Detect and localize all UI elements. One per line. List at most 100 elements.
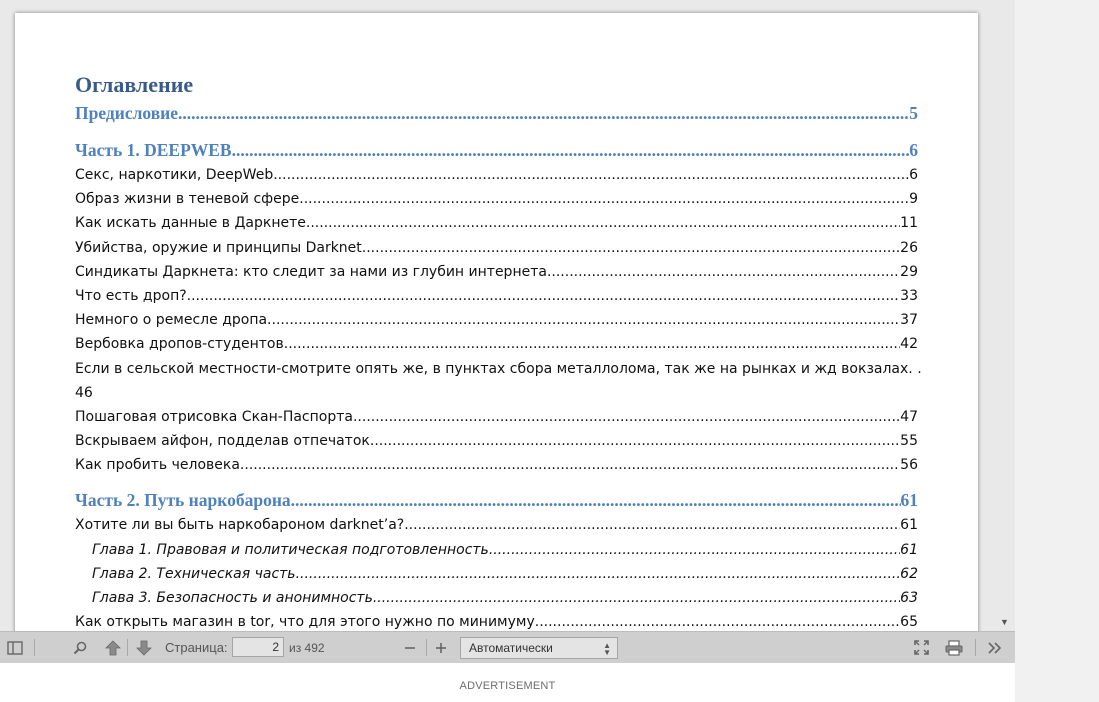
toc-entry-text: Синдикаты Даркнета: кто следит за нами и… bbox=[75, 263, 547, 280]
toc-leader bbox=[232, 137, 910, 163]
toc-entry-page: 65 bbox=[900, 614, 918, 631]
toc-entry-text: Глава 2. Техническая часть bbox=[92, 565, 296, 582]
toc-entry[interactable]: Если в сельской местности-смотрите опять… bbox=[75, 357, 922, 405]
print-icon[interactable] bbox=[943, 632, 965, 663]
toc-entry[interactable]: Глава 2. Техническая часть 62 bbox=[75, 562, 918, 586]
toc-leader bbox=[178, 100, 909, 126]
arrow-up-icon[interactable] bbox=[103, 632, 123, 663]
toc-leader bbox=[362, 236, 900, 260]
toc-leader bbox=[291, 487, 901, 513]
toc-entry-text: Пошаговая отрисовка Скан-Паспорта. bbox=[75, 408, 358, 425]
toc-entry[interactable]: Секс, наркотики, DeepWeb 6 bbox=[75, 163, 918, 187]
toc-entry-text: Глава 3. Безопасность и анонимность. bbox=[92, 590, 378, 607]
toc-leader bbox=[357, 405, 900, 429]
toolbar-divider bbox=[127, 639, 128, 656]
pdf-toolbar: Страница: из 492 Автоматически ▲▼ bbox=[0, 631, 1015, 663]
toc-entry-text: Как искать данные в Даркнете bbox=[75, 215, 306, 232]
toc-entry-text: Часть 2. Путь наркобарона bbox=[75, 490, 291, 511]
toc-leader bbox=[404, 513, 900, 537]
toolbar-divider bbox=[975, 639, 976, 656]
toc-entry[interactable]: Часть 1. DEEPWEB 6 bbox=[75, 137, 918, 163]
toc-leader bbox=[535, 610, 900, 631]
toc-entry[interactable]: Как пробить человека 56 bbox=[75, 453, 918, 477]
toc-leader bbox=[304, 187, 909, 211]
toc-entry[interactable]: Немного о ремесле дропа. 37 bbox=[75, 308, 918, 332]
toc-entry-text: Хотите ли вы быть наркобароном darknet’a… bbox=[75, 517, 405, 534]
toc-entry-text: Как пробить человека bbox=[75, 457, 240, 474]
toc-entry[interactable]: Вербовка дропов-студентов 42 bbox=[75, 332, 918, 356]
toc-entry-text: Предисловие bbox=[75, 103, 179, 123]
toc-title: Оглавление bbox=[75, 72, 194, 97]
toc-entry-text: Секс, наркотики, DeepWeb bbox=[75, 167, 274, 183]
toc-entry-page: 37 bbox=[900, 312, 918, 329]
minus-icon[interactable] bbox=[400, 632, 420, 663]
toc-entry[interactable]: Убийства, оружие и принципы Darknet 26 bbox=[75, 236, 918, 260]
toc-entry-page: 5 bbox=[909, 103, 918, 123]
search-icon[interactable] bbox=[70, 632, 90, 663]
toc-leader bbox=[273, 163, 909, 187]
table-of-contents: Оглавление Предисловие 5 Часть 1. DEEPWEB… bbox=[75, 70, 922, 631]
toc-entry-text: Часть 1. DEEPWEB bbox=[75, 140, 232, 160]
advertisement-label: ADVERTISEMENT bbox=[459, 680, 556, 692]
toc-entry-text: Образ жизни в теневой сфере. bbox=[75, 191, 304, 208]
pdf-page: Оглавление Предисловие 5 Часть 1. DEEPWEB… bbox=[15, 13, 978, 631]
toc-entry[interactable]: Как искать данные в Даркнете 11 bbox=[75, 211, 918, 235]
pdf-viewer-area[interactable]: Оглавление Предисловие 5 Часть 1. DEEPWEB… bbox=[0, 0, 1015, 631]
toc-entry[interactable]: Часть 2. Путь наркобарона 61 bbox=[75, 487, 918, 513]
toc-leader bbox=[272, 308, 901, 332]
toc-entry-text: Немного о ремесле дропа. bbox=[75, 312, 272, 329]
toc-entry[interactable]: Синдикаты Даркнета: кто следит за нами и… bbox=[75, 260, 918, 284]
plus-icon[interactable] bbox=[431, 632, 451, 663]
toc-entry-page: 61 bbox=[900, 490, 919, 511]
toc-leader bbox=[187, 284, 901, 308]
toc-entry-page: 56 bbox=[900, 457, 918, 474]
page-label: Страница: bbox=[165, 640, 228, 655]
toc-leader bbox=[306, 211, 900, 235]
page-number-input[interactable] bbox=[232, 637, 284, 657]
toc-entry[interactable]: Что есть дроп? 33 bbox=[75, 284, 918, 308]
zoom-select[interactable]: Автоматически ▲ ▼ bbox=[460, 637, 618, 659]
toc-leader bbox=[374, 429, 900, 453]
double-chevron-right-icon[interactable] bbox=[985, 632, 1005, 663]
right-gutter bbox=[1015, 0, 1099, 702]
toc-entry[interactable]: Предисловие 5 bbox=[75, 100, 918, 126]
select-caret-icon: ▲ ▼ bbox=[603, 641, 611, 657]
toc-entry-page: 29 bbox=[900, 263, 918, 280]
toc-entry[interactable]: Вскрываем айфон, подделав отпечаток. 55 bbox=[75, 429, 918, 453]
toc-entry-text: Вскрываем айфон, подделав отпечаток. bbox=[75, 433, 375, 450]
toc-leader bbox=[547, 260, 900, 284]
toc-entry[interactable]: Как открыть магазин в tor, что для этого… bbox=[75, 610, 918, 631]
sidebar-toggle-icon[interactable] bbox=[5, 632, 25, 663]
toc-entry-page: 63 bbox=[900, 590, 918, 607]
toc-entry-page: 9 bbox=[909, 191, 918, 208]
toc-entry[interactable]: Глава 3. Безопасность и анонимность. 63 bbox=[75, 586, 918, 610]
toc-entry[interactable]: Глава 1. Правовая и политическая подгото… bbox=[75, 538, 918, 562]
toc-entry-text: Вербовка дропов-студентов bbox=[75, 336, 284, 353]
arrow-down-icon[interactable] bbox=[134, 632, 154, 663]
toc-entry-text: Убийства, оружие и принципы Darknet bbox=[75, 239, 362, 256]
toc-entry-page: 46 bbox=[75, 384, 93, 401]
toc-entry-page: 11 bbox=[900, 215, 918, 232]
zoom-select-value: Автоматически bbox=[469, 641, 553, 655]
toc-leader bbox=[377, 586, 900, 610]
toc-entry[interactable]: Образ жизни в теневой сфере. 9 bbox=[75, 187, 918, 211]
toolbar-divider bbox=[426, 639, 427, 656]
toc-entry-page: 42 bbox=[900, 336, 918, 353]
toc-entry-page: 26 bbox=[900, 239, 918, 256]
toc-entry-text: Что есть дроп? bbox=[75, 287, 187, 304]
toc-entry-page: 55 bbox=[900, 433, 918, 450]
toc-entry-page: 6 bbox=[909, 140, 918, 160]
toc-entry[interactable]: Пошаговая отрисовка Скан-Паспорта. 47 bbox=[75, 405, 918, 429]
toc-entry-text: Глава 1. Правовая и политическая подгото… bbox=[92, 541, 494, 558]
toc-entry-page: 61 bbox=[900, 517, 918, 534]
fullscreen-icon[interactable] bbox=[911, 632, 931, 663]
toc-leader bbox=[240, 453, 900, 477]
scroll-down-arrow-icon[interactable]: ▼ bbox=[1000, 617, 1009, 627]
toc-entry[interactable]: Хотите ли вы быть наркобароном darknet’a… bbox=[75, 513, 918, 537]
toc-entry-page: 61 bbox=[900, 541, 918, 558]
toc-leader bbox=[296, 562, 901, 586]
toc-entry-page: 62 bbox=[900, 565, 918, 582]
toc-entry-text: Как открыть магазин в tor, что для этого… bbox=[75, 614, 535, 631]
toolbar-divider bbox=[34, 639, 35, 656]
toc-entry-page: 6 bbox=[909, 167, 918, 183]
